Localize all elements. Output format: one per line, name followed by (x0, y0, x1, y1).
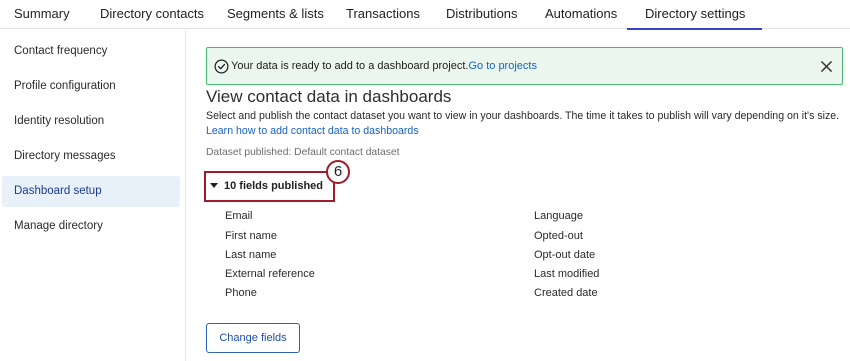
sidebar-item-contact-frequency[interactable]: Contact frequency (2, 36, 180, 67)
field-item: Last modified (534, 268, 600, 280)
tab-summary[interactable]: Summary (14, 0, 70, 29)
sidebar-item-profile-configuration[interactable]: Profile configuration (2, 71, 180, 102)
field-item: Last name (225, 249, 277, 261)
tab-segments-lists[interactable]: Segments & lists (227, 0, 324, 29)
page-description: Select and publish the contact dataset y… (206, 110, 840, 122)
dataset-status: Dataset published: Default contact datas… (206, 147, 400, 158)
tab-automations[interactable]: Automations (545, 0, 617, 29)
field-item: Opted-out (534, 230, 583, 242)
success-banner: Your data is ready to add to a dashboard… (206, 47, 843, 85)
sidebar-item-manage-directory[interactable]: Manage directory (2, 211, 180, 242)
step-number-badge: 6 (326, 160, 350, 184)
banner-message: Your data is ready to add to a dashboard… (231, 48, 537, 85)
caret-down-icon (210, 183, 218, 188)
page-title: View contact data in dashboards (206, 87, 452, 106)
check-circle-icon (214, 59, 229, 74)
settings-sidebar: Contact frequency Profile configuration … (0, 30, 186, 361)
field-item: First name (225, 230, 277, 242)
change-fields-button[interactable]: Change fields (206, 323, 300, 353)
go-to-projects-link[interactable]: Go to projects (468, 60, 536, 72)
top-tab-bar: Summary Directory contacts Segments & li… (0, 0, 850, 30)
field-item: Language (534, 210, 583, 222)
fields-published-toggle[interactable]: 10 fields published (210, 176, 323, 196)
tab-distributions[interactable]: Distributions (446, 0, 518, 29)
sidebar-item-identity-resolution[interactable]: Identity resolution (2, 106, 180, 137)
field-item: Email (225, 210, 253, 222)
sidebar-item-dashboard-setup[interactable]: Dashboard setup (2, 176, 180, 207)
field-item: Created date (534, 287, 598, 299)
fields-published-label: 10 fields published (224, 180, 324, 192)
learn-more-link[interactable]: Learn how to add contact data to dashboa… (206, 125, 419, 137)
tab-directory-contacts[interactable]: Directory contacts (100, 0, 204, 29)
field-item: Phone (225, 287, 257, 299)
field-item: Opt-out date (534, 249, 596, 261)
field-item: External reference (225, 268, 315, 280)
close-icon[interactable] (820, 60, 833, 73)
sidebar-item-directory-messages[interactable]: Directory messages (2, 141, 180, 172)
banner-message-text: Your data is ready to add to a dashboard… (231, 60, 469, 72)
tab-directory-settings[interactable]: Directory settings (626, 0, 763, 30)
tab-transactions[interactable]: Transactions (346, 0, 420, 29)
